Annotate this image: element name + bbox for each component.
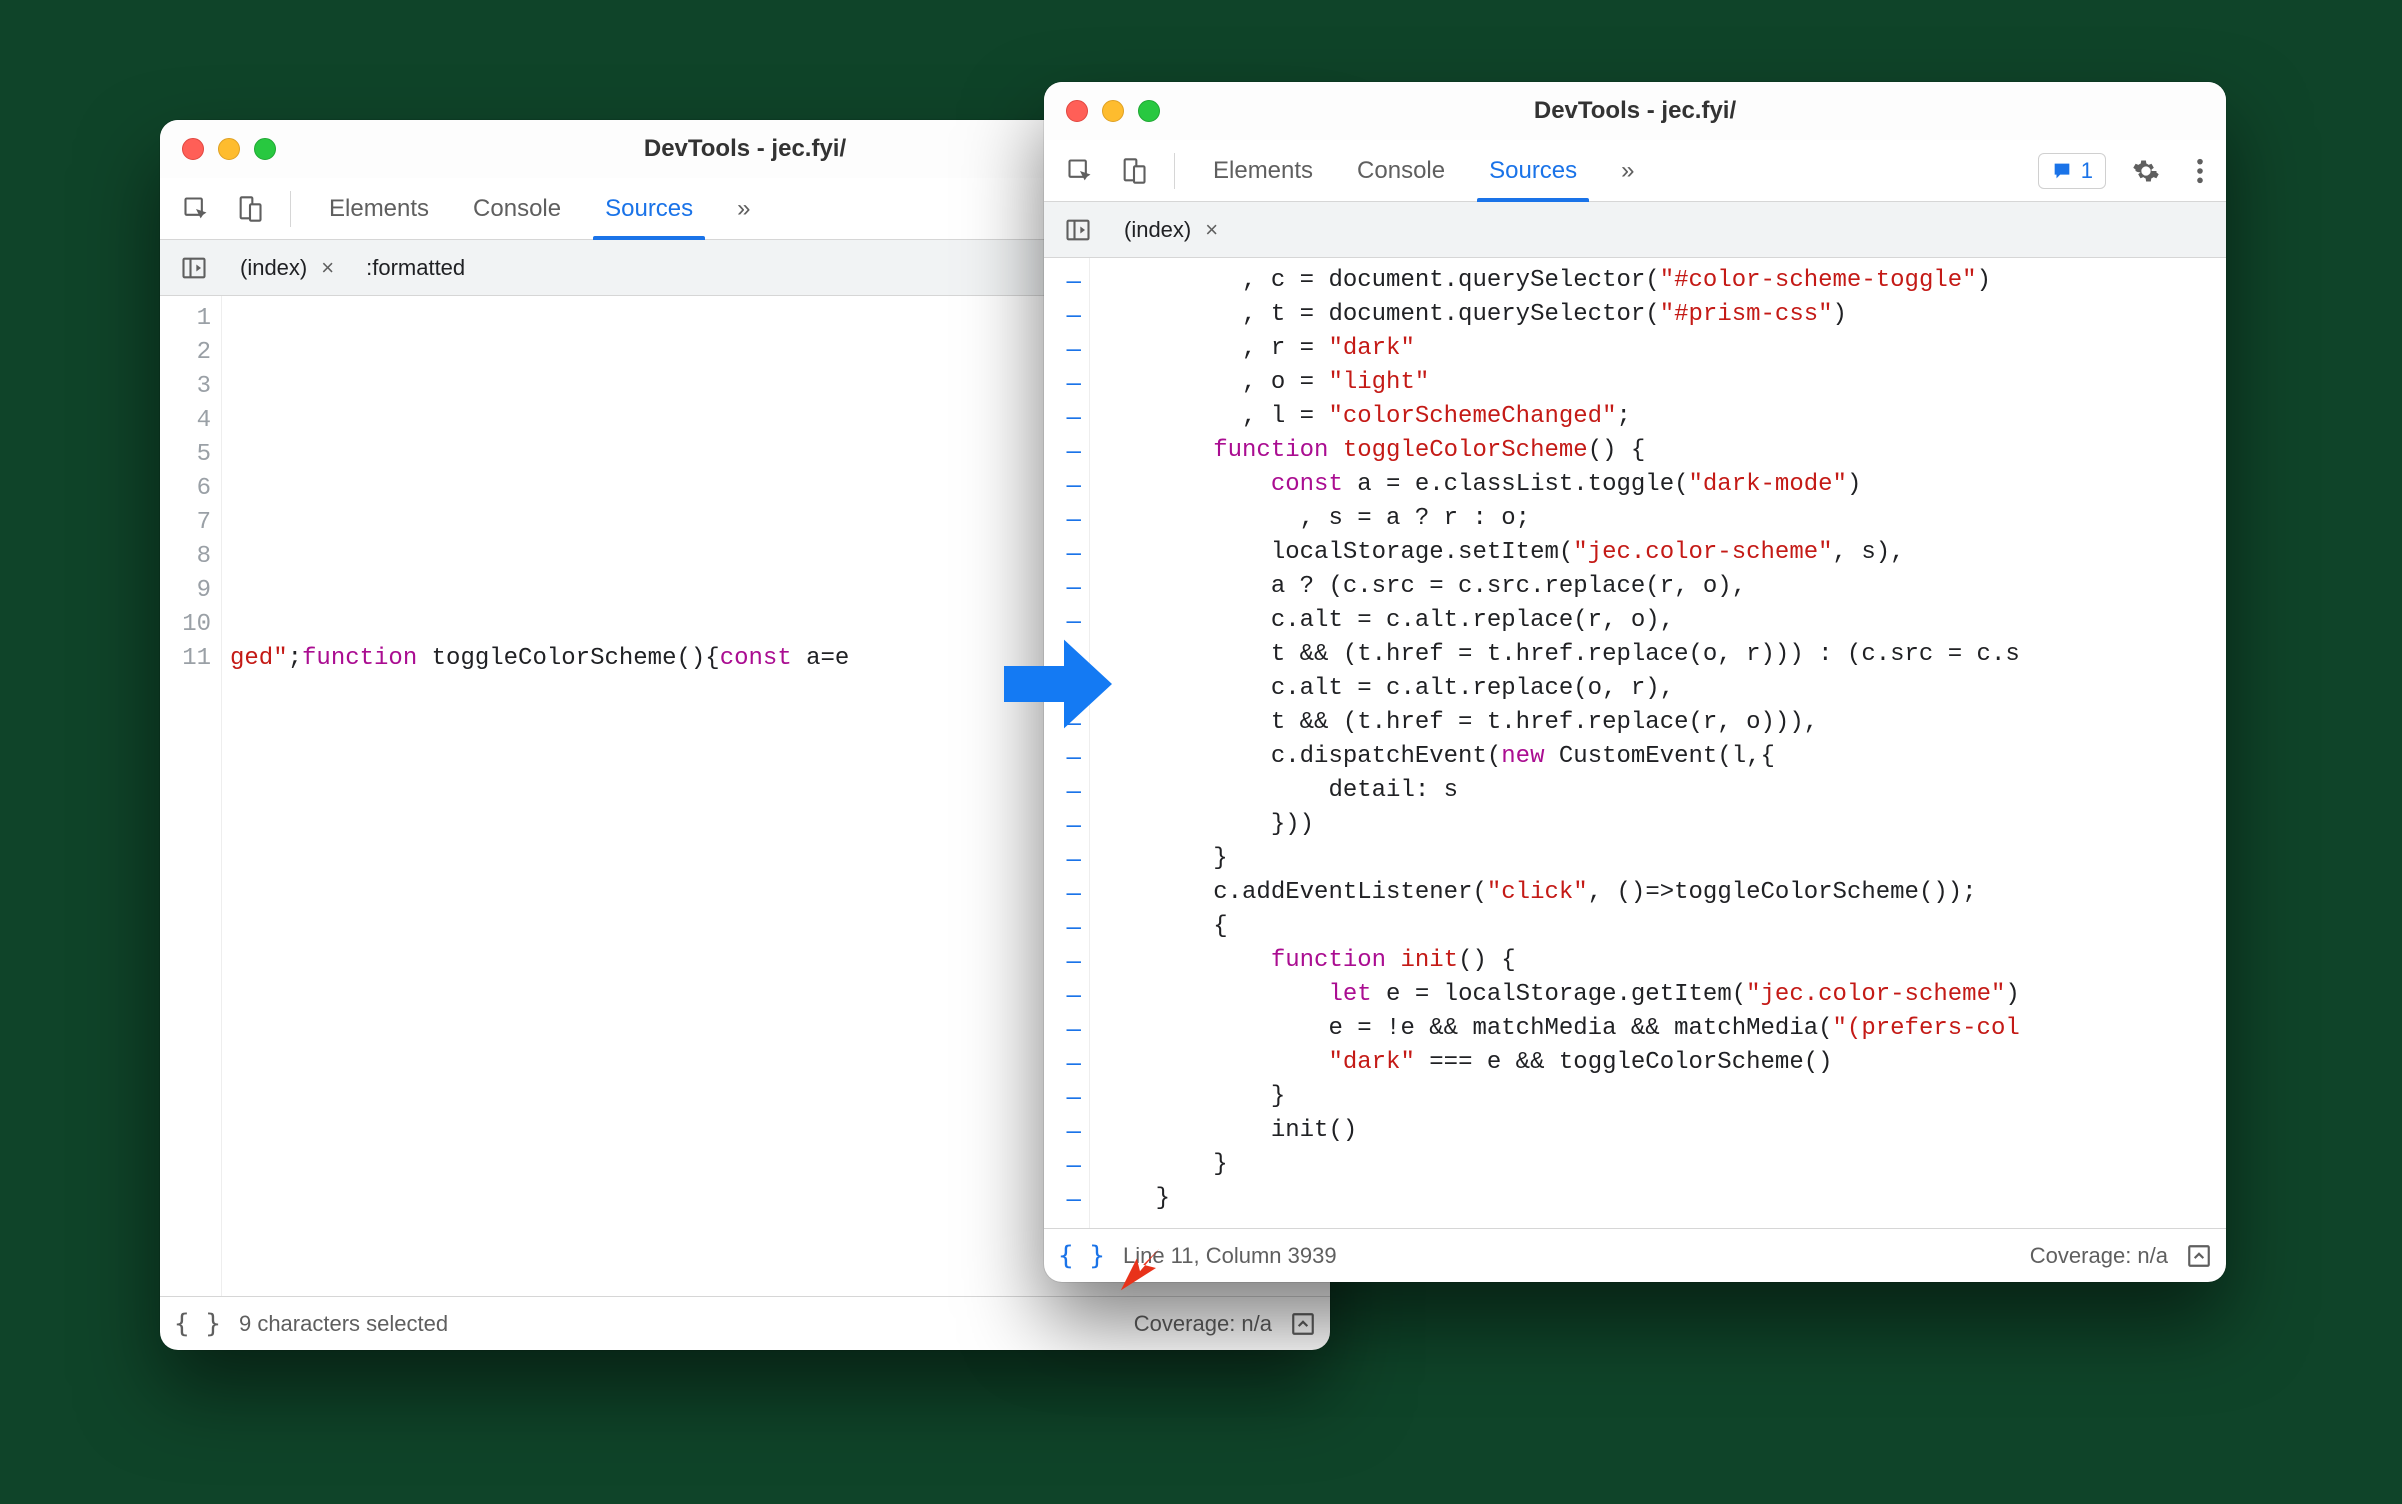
status-coverage: Coverage: n/a bbox=[1134, 1311, 1272, 1337]
code-area[interactable]: , c = document.querySelector("#color-sch… bbox=[1090, 258, 2226, 1228]
file-tab-index[interactable]: (index) × bbox=[1114, 211, 1228, 249]
issues-badge[interactable]: 1 bbox=[2038, 153, 2106, 189]
traffic-lights bbox=[182, 138, 276, 160]
zoom-dot[interactable] bbox=[254, 138, 276, 160]
traffic-lights bbox=[1066, 100, 1160, 122]
device-icon[interactable] bbox=[226, 187, 274, 231]
close-icon[interactable]: × bbox=[1205, 217, 1218, 243]
status-selection: 9 characters selected bbox=[239, 1311, 448, 1337]
file-tab-label: (index) bbox=[1124, 217, 1191, 243]
titlebar[interactable]: DevTools - jec.fyi/ bbox=[1044, 82, 2226, 140]
tab-console[interactable]: Console bbox=[1335, 140, 1467, 201]
tab-sources[interactable]: Sources bbox=[1467, 140, 1599, 201]
separator bbox=[1174, 153, 1175, 189]
issues-count: 1 bbox=[2081, 158, 2093, 184]
inspect-icon[interactable] bbox=[1056, 149, 1104, 193]
collapse-icon[interactable] bbox=[1290, 1311, 1316, 1337]
zoom-dot[interactable] bbox=[1138, 100, 1160, 122]
panel-tabs: Elements Console Sources » bbox=[307, 178, 773, 239]
tab-elements[interactable]: Elements bbox=[1191, 140, 1335, 201]
collapse-icon[interactable] bbox=[2186, 1243, 2212, 1269]
device-icon[interactable] bbox=[1110, 149, 1158, 193]
annotation-arrow-red bbox=[1108, 1236, 1172, 1300]
minimize-dot[interactable] bbox=[1102, 100, 1124, 122]
gear-icon[interactable] bbox=[2122, 149, 2170, 193]
tab-elements[interactable]: Elements bbox=[307, 178, 451, 239]
tab-more[interactable]: » bbox=[715, 178, 772, 239]
code-editor[interactable]: ––––––– ––––––– ––––––– ––––––– , c = do… bbox=[1044, 258, 2226, 1228]
status-bar: { } 9 characters selected Coverage: n/a bbox=[160, 1296, 1330, 1350]
navigator-toggle-icon[interactable] bbox=[1054, 208, 1102, 252]
file-tab-index[interactable]: (index) × bbox=[230, 249, 344, 287]
status-coverage: Coverage: n/a bbox=[2030, 1243, 2168, 1269]
file-tab-label: (index) bbox=[240, 255, 307, 281]
separator bbox=[290, 191, 291, 227]
annotation-arrow-blue bbox=[998, 624, 1118, 744]
main-toolbar: Elements Console Sources » 1 bbox=[1044, 140, 2226, 202]
file-tab-label: :formatted bbox=[366, 255, 465, 281]
navigator-toggle-icon[interactable] bbox=[170, 246, 218, 290]
line-gutter: 123 456 789 1011 bbox=[160, 296, 222, 1296]
close-dot[interactable] bbox=[182, 138, 204, 160]
file-tab-formatted[interactable]: :formatted bbox=[356, 249, 475, 287]
window-title: DevTools - jec.fyi/ bbox=[1044, 97, 2226, 125]
pretty-print-icon[interactable]: { } bbox=[1058, 1241, 1105, 1271]
file-tabstrip: (index) × bbox=[1044, 202, 2226, 258]
tab-sources[interactable]: Sources bbox=[583, 178, 715, 239]
pretty-print-icon[interactable]: { } bbox=[174, 1309, 221, 1339]
minimize-dot[interactable] bbox=[218, 138, 240, 160]
devtools-window-right: DevTools - jec.fyi/ Elements Console Sou… bbox=[1044, 82, 2226, 1282]
tab-console[interactable]: Console bbox=[451, 178, 583, 239]
inspect-icon[interactable] bbox=[172, 187, 220, 231]
panel-tabs: Elements Console Sources » bbox=[1191, 140, 1657, 201]
kebab-icon[interactable] bbox=[2186, 149, 2214, 193]
close-dot[interactable] bbox=[1066, 100, 1088, 122]
tab-more[interactable]: » bbox=[1599, 140, 1656, 201]
close-icon[interactable]: × bbox=[321, 255, 334, 281]
status-bar: { } Line 11, Column 3939 Coverage: n/a bbox=[1044, 1228, 2226, 1282]
